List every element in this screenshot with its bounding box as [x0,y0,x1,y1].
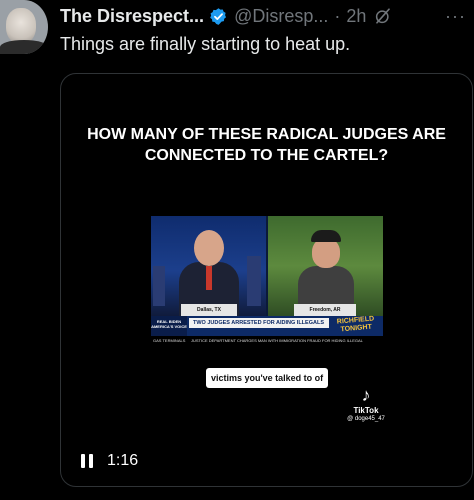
news-broadcast-frame: Dallas, TX Freedom, AR REAL BIDEN AMERIC… [151,216,383,346]
skyline-building [247,256,261,306]
right-field-pane: Freedom, AR [268,216,383,316]
author-handle[interactable]: @Disresp... [234,6,328,27]
avatar-face [6,8,36,44]
video-controls: 1:16 [81,450,138,472]
guest-head [312,238,340,268]
news-ticker: GAS TERMINALS JUSTICE DEPARTMENT CHARGES… [151,336,383,346]
post-text: Things are finally starting to heat up. [60,34,351,54]
ticker-left: GAS TERMINALS [153,338,186,343]
tiktok-username: @ doge45_47 [347,416,385,422]
post-time[interactable]: 2h [346,6,366,27]
location-label-left: Dallas, TX [181,304,237,316]
chyron-headline: TWO JUDGES ARRESTED FOR AIDING ILLEGALS [189,318,329,328]
chyron-network-tag: REAL BIDEN AMERICA'S VOICE [151,316,187,336]
video-player[interactable]: HOW MANY OF THESE RADICAL JUDGES ARE CON… [60,73,473,487]
anchor-head [194,230,224,266]
news-chyron: REAL BIDEN AMERICA'S VOICE TWO JUDGES AR… [151,315,383,336]
ticker-text: JUSTICE DEPARTMENT CHARGES MAN WITH IMMI… [190,338,363,343]
tiktok-brand: TikTok [353,406,379,415]
verified-badge-icon [210,7,227,25]
more-icon[interactable]: ··· [445,6,466,27]
separator-dot: · [334,5,341,26]
skyline-building [153,266,165,306]
video-headline: HOW MANY OF THESE RADICAL JUDGES ARE CON… [87,126,446,164]
tiktok-watermark: ♪ TikTok @ doge45_47 [331,386,401,422]
anchor-tie [206,266,212,290]
author-name[interactable]: The Disrespect... [60,6,204,27]
grok-icon[interactable] [374,7,392,25]
post-header: The Disrespect... @Disresp... · 2h ··· [60,4,466,28]
tiktok-note-icon: ♪ [361,385,371,405]
video-caption: victims you've talked to of [206,368,329,388]
show-logo: RICHFIELD TONIGHT [336,315,375,334]
video-duration: 1:16 [107,452,139,469]
author-avatar[interactable] [0,0,48,54]
left-studio-pane: Dallas, TX [151,216,266,316]
pause-icon[interactable] [81,454,95,468]
location-label-right: Freedom, AR [294,304,356,316]
avatar-shirt [0,40,48,54]
guest-cap [311,230,341,242]
